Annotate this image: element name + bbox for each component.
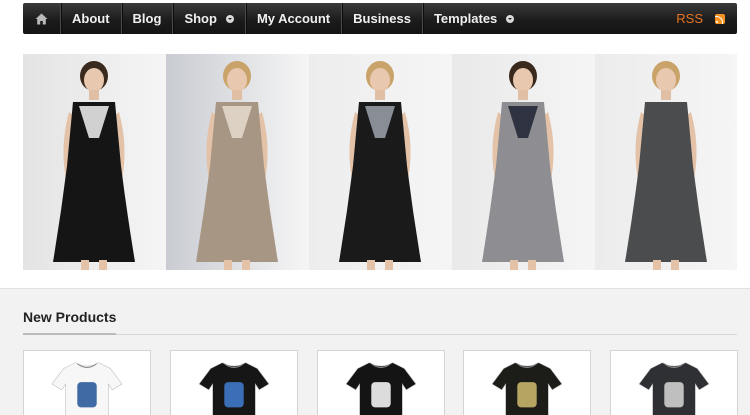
nav-item-label: About <box>72 11 110 26</box>
nav-item-label: Templates <box>433 11 498 26</box>
rss-feed-icon[interactable] <box>715 13 725 24</box>
model-photo-5 <box>595 54 737 270</box>
rss-label[interactable]: RSS <box>676 11 703 26</box>
model-photo-1 <box>23 54 166 270</box>
fashion-banner[interactable] <box>23 54 737 270</box>
dropdown-arrow-icon[interactable] <box>225 14 234 23</box>
model-photo-3 <box>309 54 452 270</box>
model-photo-4 <box>452 54 595 270</box>
nav-item-label: Blog <box>132 11 162 26</box>
top-nav-bar: About Blog Shop My Account Business Templates… <box>23 3 737 34</box>
black-tshirt-guitar-print-icon <box>171 351 297 415</box>
nav-item-about[interactable]: About <box>60 3 121 34</box>
grey-tshirt-band-print-icon <box>611 351 737 415</box>
nav-item-label: My Account <box>256 11 331 26</box>
black-tshirt-graphic-print-icon <box>464 351 590 415</box>
white-tshirt-bear-print-icon <box>24 351 150 415</box>
product-thumb-3[interactable] <box>317 350 445 415</box>
product-thumb-5[interactable] <box>610 350 738 415</box>
section-title: New Products <box>23 309 117 325</box>
nav-item-business[interactable]: Business <box>341 3 422 34</box>
product-thumb-2[interactable] <box>170 350 298 415</box>
nav-item-my-account[interactable]: My Account <box>244 3 341 34</box>
home-icon <box>35 13 48 24</box>
product-grid <box>23 350 738 415</box>
product-thumb-4[interactable] <box>463 350 591 415</box>
nav-item-shop[interactable]: Shop <box>172 3 245 34</box>
nav-item-blog[interactable]: Blog <box>120 3 173 34</box>
nav-item-templates[interactable]: Templates <box>421 3 525 34</box>
nav-item-label: Business <box>353 11 411 26</box>
black-tshirt-peace-print-icon <box>318 351 444 415</box>
nav-item-label: Shop <box>184 11 217 26</box>
nav-menu: About Blog Shop My Account Business Templates <box>60 3 525 34</box>
home-link[interactable] <box>23 3 60 34</box>
model-photo-2 <box>166 54 309 270</box>
section-title-underline <box>23 333 116 335</box>
dropdown-arrow-icon[interactable] <box>506 14 515 23</box>
product-thumb-1[interactable] <box>23 350 151 415</box>
section-divider <box>23 334 737 335</box>
rss-link[interactable]: RSS <box>676 3 737 34</box>
